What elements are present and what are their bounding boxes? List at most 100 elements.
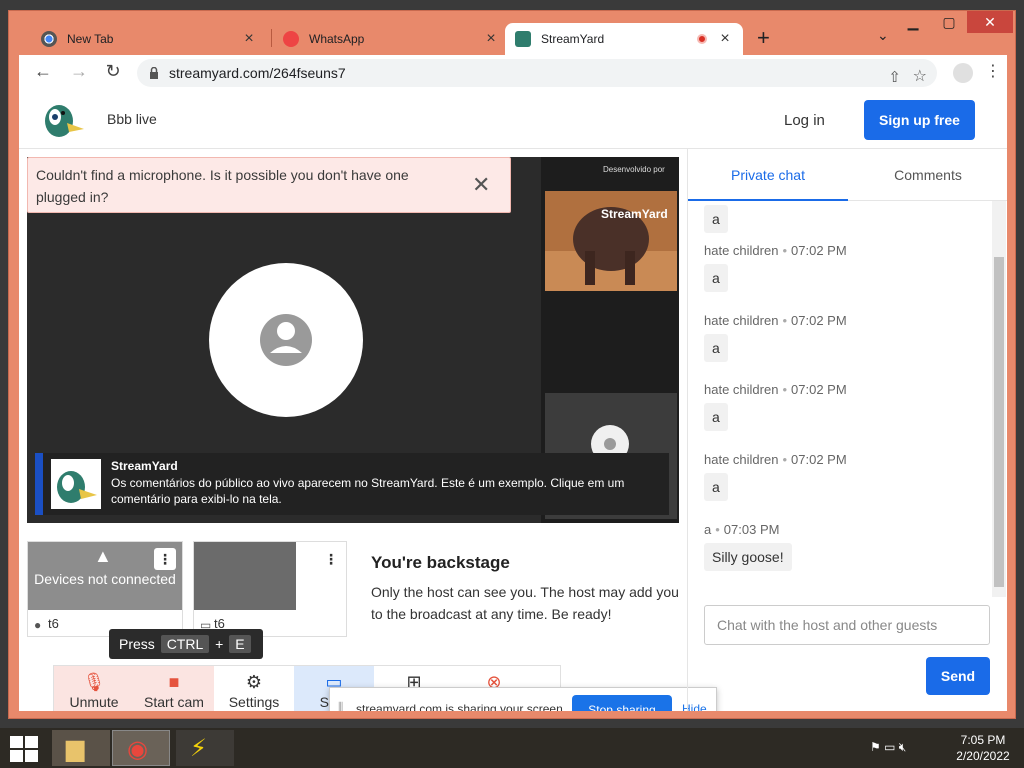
- taskbar-app[interactable]: ⚡: [176, 730, 234, 766]
- unmute-button[interactable]: 🎙︎ Unmute: [54, 666, 134, 711]
- start-cam-button[interactable]: ■ Start cam: [134, 666, 214, 711]
- avatar: [209, 263, 363, 417]
- browser-window: New Tab × WhatsApp × StreamYard × + ⌄ ▁ …: [8, 10, 1016, 719]
- chat-message: hate children • 07:02 PM a: [704, 243, 847, 292]
- tab-streamyard[interactable]: StreamYard ×: [505, 23, 743, 55]
- drag-handle[interactable]: ⦀: [338, 700, 343, 711]
- message-header: a • 07:03 PM: [704, 522, 792, 537]
- settings-button[interactable]: ⚙ Settings: [214, 666, 294, 711]
- back-icon[interactable]: ←: [31, 61, 55, 82]
- separator-dot: •: [782, 452, 788, 467]
- message-author: a: [704, 522, 712, 537]
- tab-comments[interactable]: Comments: [848, 149, 1007, 201]
- microphone-alert: Couldn't find a microphone. Is it possib…: [27, 157, 511, 213]
- share-icon[interactable]: ⇧: [888, 64, 901, 92]
- tab-label: New Tab: [67, 32, 114, 46]
- window-close-button[interactable]: ✕: [967, 11, 1013, 33]
- site-header: Bbb live Log in Sign up free: [19, 91, 1007, 149]
- comment-banner: StreamYard Os comentários do público ao …: [35, 453, 669, 515]
- tooltip-plus: +: [215, 636, 224, 652]
- chat-input[interactable]: Chat with the host and other guests: [704, 605, 990, 645]
- chat-messages[interactable]: a hate children • 07:02 PM a hate children…: [688, 201, 994, 597]
- separator-dot: •: [782, 243, 788, 258]
- signup-button[interactable]: Sign up free: [864, 100, 975, 140]
- overlay-logo-text: StreamYard: [601, 207, 668, 221]
- minimize-button[interactable]: ▁: [895, 11, 931, 33]
- participant-tile[interactable]: ▲ Devices not connected ⋮ ● t6: [27, 541, 183, 637]
- participant-name: t6: [48, 616, 59, 631]
- close-icon[interactable]: ×: [483, 30, 499, 48]
- control-label: Unmute: [69, 694, 119, 710]
- tab-whatsapp[interactable]: WhatsApp ×: [273, 23, 509, 55]
- chat-panel: Private chat Comments a hate children • 07…: [687, 149, 1007, 711]
- tab-private-chat[interactable]: Private chat: [688, 149, 848, 201]
- taskbar-explorer[interactable]: ▆: [52, 730, 110, 766]
- screen-share-bar: ⦀ streamyard.com is sharing your screen.…: [329, 687, 717, 711]
- message-header: hate children • 07:02 PM: [704, 243, 847, 258]
- message-text: a: [704, 473, 728, 501]
- participant-tile[interactable]: ⋮ ▭ t6: [193, 541, 347, 637]
- streamyard-page: Bbb live Log in Sign up free Desenvolvid…: [19, 91, 1007, 711]
- recording-icon: [697, 34, 707, 44]
- message-author: hate children: [704, 313, 779, 328]
- system-tray[interactable]: ⚑ ▭ 🔇︎: [870, 740, 906, 755]
- video-frame: [545, 191, 677, 291]
- windows-icon[interactable]: [10, 736, 38, 762]
- separator-dot: •: [782, 313, 788, 328]
- key-e: E: [229, 635, 251, 653]
- tab-new-tab[interactable]: New Tab ×: [31, 23, 267, 55]
- chat-message: a: [704, 201, 728, 233]
- explorer-icon: ▆: [66, 735, 85, 762]
- menu-icon[interactable]: ⋮: [985, 61, 1001, 81]
- message-author: hate children: [704, 452, 779, 467]
- devices-status: Devices not connected: [34, 571, 176, 587]
- backstage-notice: You're backstage Only the host can see y…: [371, 553, 681, 625]
- tab-label: WhatsApp: [309, 32, 365, 46]
- person-icon: [260, 314, 312, 366]
- browser-toolbar: ← → ↻ streamyard.com/264fseuns7 ⇧ ☆ ⋮: [19, 55, 1007, 91]
- send-button[interactable]: Send: [926, 657, 990, 695]
- message-header: hate children • 07:02 PM: [704, 313, 847, 328]
- message-text: a: [704, 264, 728, 292]
- close-icon[interactable]: ×: [717, 30, 733, 48]
- key-ctrl: CTRL: [160, 635, 210, 653]
- address-bar[interactable]: streamyard.com/264fseuns7 ⇧ ☆: [137, 59, 937, 87]
- alert-text: Couldn't find a microphone. Is it possib…: [36, 167, 409, 205]
- chat-scrollbar[interactable]: [992, 201, 1006, 597]
- close-icon[interactable]: ×: [241, 30, 257, 48]
- streamyard-icon: [57, 471, 97, 503]
- maximize-button[interactable]: ▢: [931, 11, 967, 33]
- participant-menu-button[interactable]: ⋮: [154, 548, 176, 570]
- chevron-down-icon[interactable]: ⌄: [877, 27, 889, 44]
- tab-label: StreamYard: [541, 32, 605, 46]
- message-header: hate children • 07:02 PM: [704, 382, 847, 397]
- message-time: 07:02 PM: [791, 313, 847, 328]
- tab-strip: New Tab × WhatsApp × StreamYard × + ⌄ ▁ …: [9, 11, 1015, 55]
- message-header: hate children • 07:02 PM: [704, 452, 847, 467]
- broadcast-title: Bbb live: [107, 111, 157, 127]
- reload-icon[interactable]: ↻: [101, 61, 125, 82]
- control-label: Start cam: [144, 694, 204, 710]
- stop-sharing-button[interactable]: Stop sharing: [572, 695, 672, 711]
- close-icon[interactable]: ✕: [472, 172, 490, 198]
- participant-menu-button[interactable]: ⋮: [320, 548, 342, 570]
- backstage-text: Only the host can see you. The host may …: [371, 584, 679, 622]
- clock[interactable]: 7:05 PM 2/20/2022: [950, 732, 1016, 764]
- url-text: streamyard.com/264fseuns7: [169, 65, 346, 81]
- message-time: 07:03 PM: [723, 522, 780, 537]
- profile-icon[interactable]: [953, 63, 973, 83]
- taskbar-chrome[interactable]: ◉: [112, 730, 170, 766]
- backstage-title: You're backstage: [371, 553, 510, 572]
- streamyard-logo: [45, 105, 84, 137]
- mic-off-icon: 🎙︎: [82, 672, 106, 692]
- star-icon[interactable]: ☆: [913, 63, 927, 91]
- chat-message: hate children • 07:02 PM a: [704, 452, 847, 501]
- message-text: a: [704, 403, 728, 431]
- forward-icon[interactable]: →: [67, 61, 91, 82]
- chrome-icon: [41, 31, 57, 47]
- clock-date: 2/20/2022: [956, 749, 1010, 763]
- person-icon: ●: [34, 618, 42, 632]
- scrollbar-thumb[interactable]: [994, 257, 1004, 587]
- login-link[interactable]: Log in: [784, 112, 825, 129]
- new-tab-button[interactable]: +: [757, 25, 770, 51]
